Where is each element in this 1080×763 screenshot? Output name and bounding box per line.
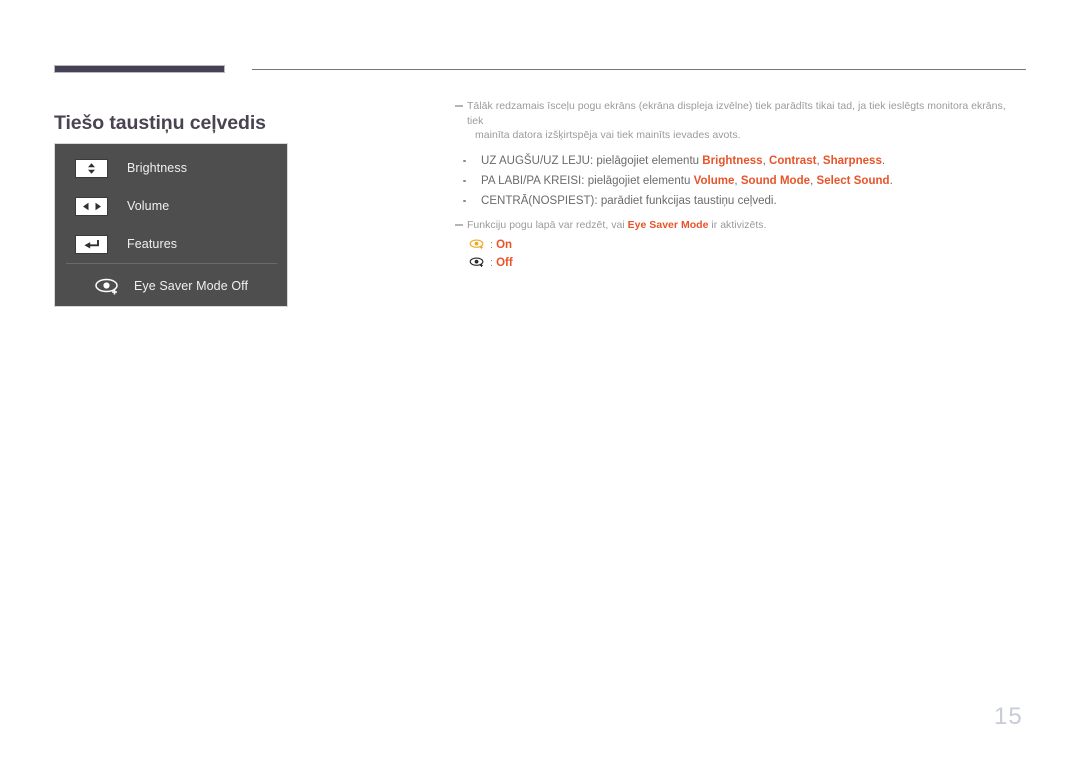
list-item: : Off <box>469 254 1015 272</box>
enter-return-arrow-icon[interactable] <box>75 234 108 254</box>
up-down-arrows-icon[interactable] <box>75 158 108 178</box>
note-bottom-prefix: Funkciju pogu lapā var redzēt, vai <box>467 218 628 231</box>
bullet-0-term-0: Brightness <box>702 154 763 167</box>
bullet-1-suffix: . <box>889 174 893 187</box>
note-bottom-term: Eye Saver Mode <box>627 218 709 231</box>
content-column: Tālāk redzamais īsceļu pogu ekrāns (ekrā… <box>455 99 1015 272</box>
osd-label-brightness: Brightness <box>127 161 188 175</box>
bullet-1-term-2: Select Sound <box>816 174 890 187</box>
note-bottom-suffix: ir aktivizēts. <box>708 218 767 231</box>
eye-saver-off-state: Off <box>496 257 513 269</box>
osd-row-eye-saver-mode[interactable]: Eye Saver Mode Off <box>55 268 287 304</box>
bullet-1-prefix: PA LABI/PA KREISI: pielāgojiet elementu <box>481 174 694 187</box>
bullet-2-prefix: CENTRĀ(NOSPIEST): parādiet funkcijas tau… <box>481 194 777 207</box>
eye-saver-off-separator: : <box>490 257 494 269</box>
osd-separator <box>66 263 277 264</box>
bullet-dot-icon <box>463 199 466 202</box>
bullet-0-prefix: UZ AUGŠU/UZ LEJU: pielāgojiet elementu <box>481 154 703 167</box>
eye-saver-on-separator: : <box>490 239 494 251</box>
bullet-dot-icon <box>463 179 466 182</box>
list-item: : On <box>469 236 1015 254</box>
note-top-line2: mainīta datora izšķirtspēja vai tiek mai… <box>475 129 741 141</box>
note-dash-icon <box>455 105 463 107</box>
page-title: Tiešo taustiņu ceļvedis <box>54 112 266 135</box>
bullet-dot-icon <box>463 159 466 162</box>
bullet-1-term-0: Volume <box>693 174 735 187</box>
bullet-0-term-1: Contrast <box>769 154 817 167</box>
osd-row-brightness[interactable]: Brightness <box>55 149 287 187</box>
note-top-line1: Tālāk redzamais īsceļu pogu ekrāns (ekrā… <box>467 100 1006 127</box>
direct-key-bullet-list: UZ AUGŠU/UZ LEJU: pielāgojiet elementu B… <box>455 151 1015 211</box>
header-divider-line <box>252 69 1026 70</box>
note-dash-icon <box>455 223 463 226</box>
osd-direct-key-guide-panel: Brightness Volume Features Eye Saver Mod… <box>54 143 288 307</box>
osd-row-features[interactable]: Features <box>55 225 287 263</box>
eye-saver-on-state: On <box>496 239 513 251</box>
bullet-0-suffix: . <box>881 154 886 167</box>
osd-label-features: Features <box>127 237 178 251</box>
header-accent-bar <box>54 65 225 73</box>
bullet-0-term-2: Sharpness <box>822 154 882 167</box>
bullet-1-term-1: Sound Mode <box>740 174 811 187</box>
osd-label-eye-saver-mode: Eye Saver Mode Off <box>133 279 249 293</box>
list-item: CENTRĀ(NOSPIEST): parādiet funkcijas tau… <box>455 191 1015 211</box>
header-rule <box>54 64 1026 76</box>
list-item: PA LABI/PA KREISI: pielāgojiet elementu … <box>455 171 1015 191</box>
left-right-arrows-icon[interactable] <box>75 196 108 216</box>
osd-row-volume[interactable]: Volume <box>55 187 287 225</box>
page-number: 15 <box>994 703 1023 730</box>
osd-label-volume: Volume <box>127 199 170 213</box>
note-bottom: Funkciju pogu lapā var redzēt, vai Eye S… <box>455 218 1015 233</box>
note-top: Tālāk redzamais īsceļu pogu ekrāns (ekrā… <box>455 99 1015 143</box>
eye-saver-icon <box>94 277 122 295</box>
eye-saver-off-icon <box>469 256 486 271</box>
eye-saver-on-icon <box>469 238 486 253</box>
eye-saver-state-legend: : On : Off <box>455 236 1015 272</box>
list-item: UZ AUGŠU/UZ LEJU: pielāgojiet elementu B… <box>455 151 1015 171</box>
